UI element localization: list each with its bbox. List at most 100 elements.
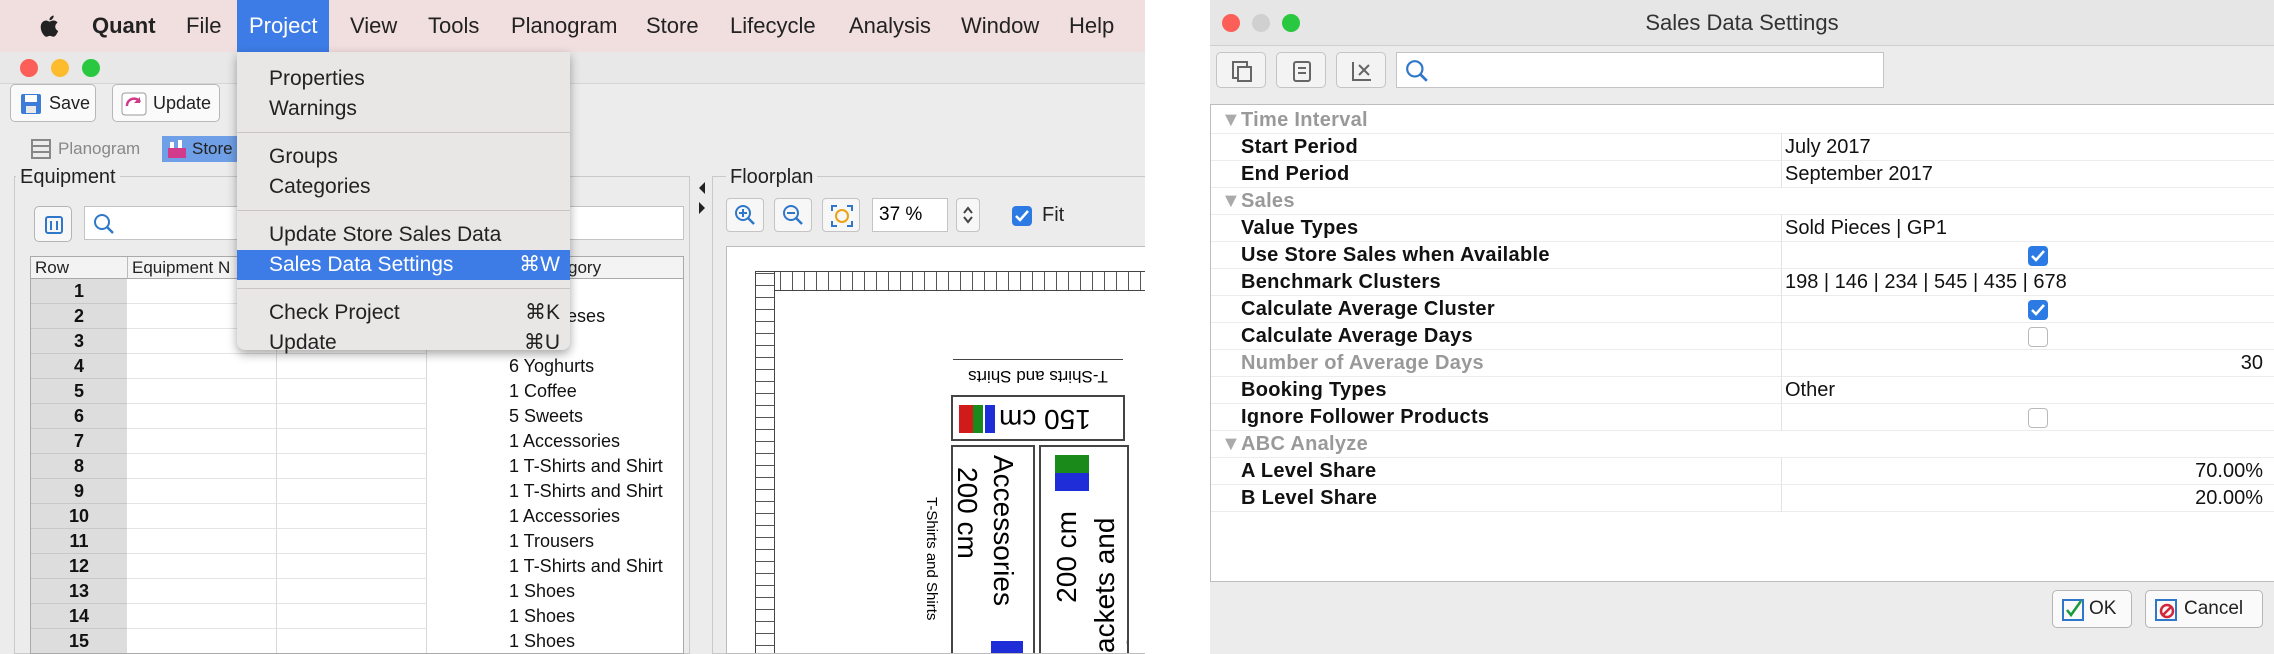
dialog-search-input[interactable] (1396, 52, 1884, 88)
save-button[interactable]: Save (10, 84, 96, 122)
cell-blank[interactable] (277, 554, 427, 579)
calc-average-cluster-checkbox[interactable] (2028, 300, 2048, 320)
cell-equipment-name[interactable] (127, 529, 277, 554)
menu-tools[interactable]: Tools (428, 0, 479, 52)
prop-calc-average-days[interactable]: Calculate Average Days (1211, 323, 2274, 350)
close-window-button[interactable] (20, 59, 38, 77)
calc-average-days-checkbox[interactable] (2028, 327, 2048, 347)
cell-blank[interactable] (277, 404, 427, 429)
cell-equipment-name[interactable] (127, 554, 277, 579)
cell-category[interactable]: 1 T-Shirts and Shirt (509, 554, 663, 579)
equipment-clear-button[interactable] (34, 206, 72, 242)
table-row[interactable]: 46 Yoghurts (31, 354, 683, 379)
section-time-interval[interactable]: ▼ Time Interval (1211, 107, 2274, 134)
fixture-jackets[interactable]: 200 cm ackets and Coats (1039, 445, 1129, 653)
cell-category[interactable]: 5 Sweets (509, 404, 583, 429)
cell-equipment-name[interactable] (127, 404, 277, 429)
cell-category[interactable]: 1 Accessories (509, 429, 620, 454)
use-store-sales-checkbox[interactable] (2028, 246, 2048, 266)
menu-item-warnings[interactable]: Warnings (237, 94, 570, 124)
cell-equipment-name[interactable] (127, 429, 277, 454)
menu-store[interactable]: Store (646, 0, 699, 52)
cell-blank[interactable] (277, 429, 427, 454)
cell-equipment-name[interactable] (127, 354, 277, 379)
prop-a-level-share[interactable]: A Level Share 70.00% (1211, 458, 2274, 485)
section-abc-analyze[interactable]: ▼ ABC Analyze (1211, 431, 2274, 458)
menu-planogram[interactable]: Planogram (511, 0, 617, 52)
cell-blank[interactable] (277, 354, 427, 379)
dialog-copy-button[interactable] (1276, 52, 1326, 88)
menu-file[interactable]: File (186, 0, 221, 52)
table-row[interactable]: 15 1 Shoes (31, 629, 683, 653)
prop-b-level-share[interactable]: B Level Share 20.00% (1211, 485, 2274, 512)
cell-equipment-name[interactable] (127, 454, 277, 479)
table-row[interactable]: 13 1 Shoes (31, 579, 683, 604)
cell-category[interactable]: 1 Accessories (509, 504, 620, 529)
table-row[interactable]: 11 1 Trousers (31, 529, 683, 554)
zoom-in-button[interactable] (726, 198, 764, 232)
cell-equipment-name[interactable] (127, 379, 277, 404)
update-button[interactable]: Update (112, 84, 220, 122)
menu-analysis[interactable]: Analysis (849, 0, 931, 52)
menu-project[interactable]: Project (237, 0, 330, 52)
menu-item-check-project[interactable]: Check Project ⌘K (237, 298, 570, 328)
cell-category[interactable]: 1 Coffee (509, 379, 577, 404)
table-row[interactable]: 12 1 T-Shirts and Shirt (31, 554, 683, 579)
cell-category[interactable]: 1 Shoes (509, 629, 575, 653)
zoom-fit-button[interactable] (822, 198, 860, 232)
fit-checkbox[interactable] (1012, 206, 1032, 226)
cell-equipment-name[interactable] (127, 479, 277, 504)
floorplan-canvas[interactable]: T-Shirts and Shirts 150 cm Accessories 2… (726, 246, 1145, 654)
dialog-close-button[interactable] (1222, 14, 1240, 32)
dialog-delete-button[interactable] (1336, 52, 1386, 88)
cell-category[interactable]: 1 Shoes (509, 604, 575, 629)
prop-end-period[interactable]: End Period September 2017 (1211, 161, 2274, 188)
cell-equipment-name[interactable] (127, 504, 277, 529)
cell-equipment-name[interactable] (127, 579, 277, 604)
table-row[interactable]: 14 1 Shoes (31, 604, 683, 629)
cell-blank[interactable] (277, 529, 427, 554)
table-row[interactable]: 7 1 Accessories (31, 429, 683, 454)
menu-window[interactable]: Window (961, 0, 1039, 52)
cell-category[interactable]: 1 T-Shirts and Shirt (509, 479, 663, 504)
menu-item-properties[interactable]: Properties (237, 64, 570, 94)
menu-app-name[interactable]: Quant (92, 0, 156, 52)
menu-item-categories[interactable]: Categories (237, 172, 570, 202)
menu-view[interactable]: View (350, 0, 397, 52)
table-row[interactable]: 5 1 Coffee (31, 379, 683, 404)
menu-item-update[interactable]: Update ⌘U (237, 328, 570, 354)
menu-lifecycle[interactable]: Lifecycle (730, 0, 816, 52)
cell-blank[interactable] (277, 379, 427, 404)
table-row[interactable]: 10 1 Accessories (31, 504, 683, 529)
minimize-window-button[interactable] (51, 59, 69, 77)
cell-equipment-name[interactable] (127, 604, 277, 629)
fixture-accessories[interactable]: Accessories 200 cm (951, 445, 1035, 653)
cell-equipment-name[interactable] (127, 629, 277, 653)
panel-collapse-icon[interactable] (696, 178, 708, 218)
prop-start-period[interactable]: Start Period July 2017 (1211, 134, 2274, 161)
column-header-row[interactable]: Row (31, 257, 127, 279)
cancel-button[interactable]: Cancel (2145, 590, 2263, 628)
table-row[interactable]: 9 1 T-Shirts and Shirt (31, 479, 683, 504)
cell-category[interactable]: 1 Shoes (509, 579, 575, 604)
menu-item-update-store-sales[interactable]: Update Store Sales Data (237, 220, 570, 250)
cell-blank[interactable] (277, 479, 427, 504)
cell-blank[interactable] (277, 629, 427, 653)
zoom-field[interactable]: 37 % (872, 198, 948, 232)
menu-item-sales-data-settings[interactable]: Sales Data Settings ⌘W (237, 250, 570, 280)
zoom-stepper[interactable] (956, 198, 980, 232)
apple-icon[interactable] (36, 12, 64, 40)
zoom-window-button[interactable] (82, 59, 100, 77)
prop-number-average-days[interactable]: Number of Average Days 30 (1211, 350, 2274, 377)
cell-blank[interactable] (277, 504, 427, 529)
tab-store[interactable]: Store (162, 136, 238, 162)
cell-blank[interactable] (277, 579, 427, 604)
table-row[interactable]: 6 5 Sweets (31, 404, 683, 429)
zoom-out-button[interactable] (774, 198, 812, 232)
prop-calc-average-cluster[interactable]: Calculate Average Cluster (1211, 296, 2274, 323)
section-sales[interactable]: ▼ Sales (1211, 188, 2274, 215)
ignore-follower-checkbox[interactable] (2028, 408, 2048, 428)
table-row[interactable]: 8 1 T-Shirts and Shirt (31, 454, 683, 479)
dialog-paste-button[interactable] (1216, 52, 1266, 88)
cell-category[interactable]: 1 Trousers (509, 529, 594, 554)
